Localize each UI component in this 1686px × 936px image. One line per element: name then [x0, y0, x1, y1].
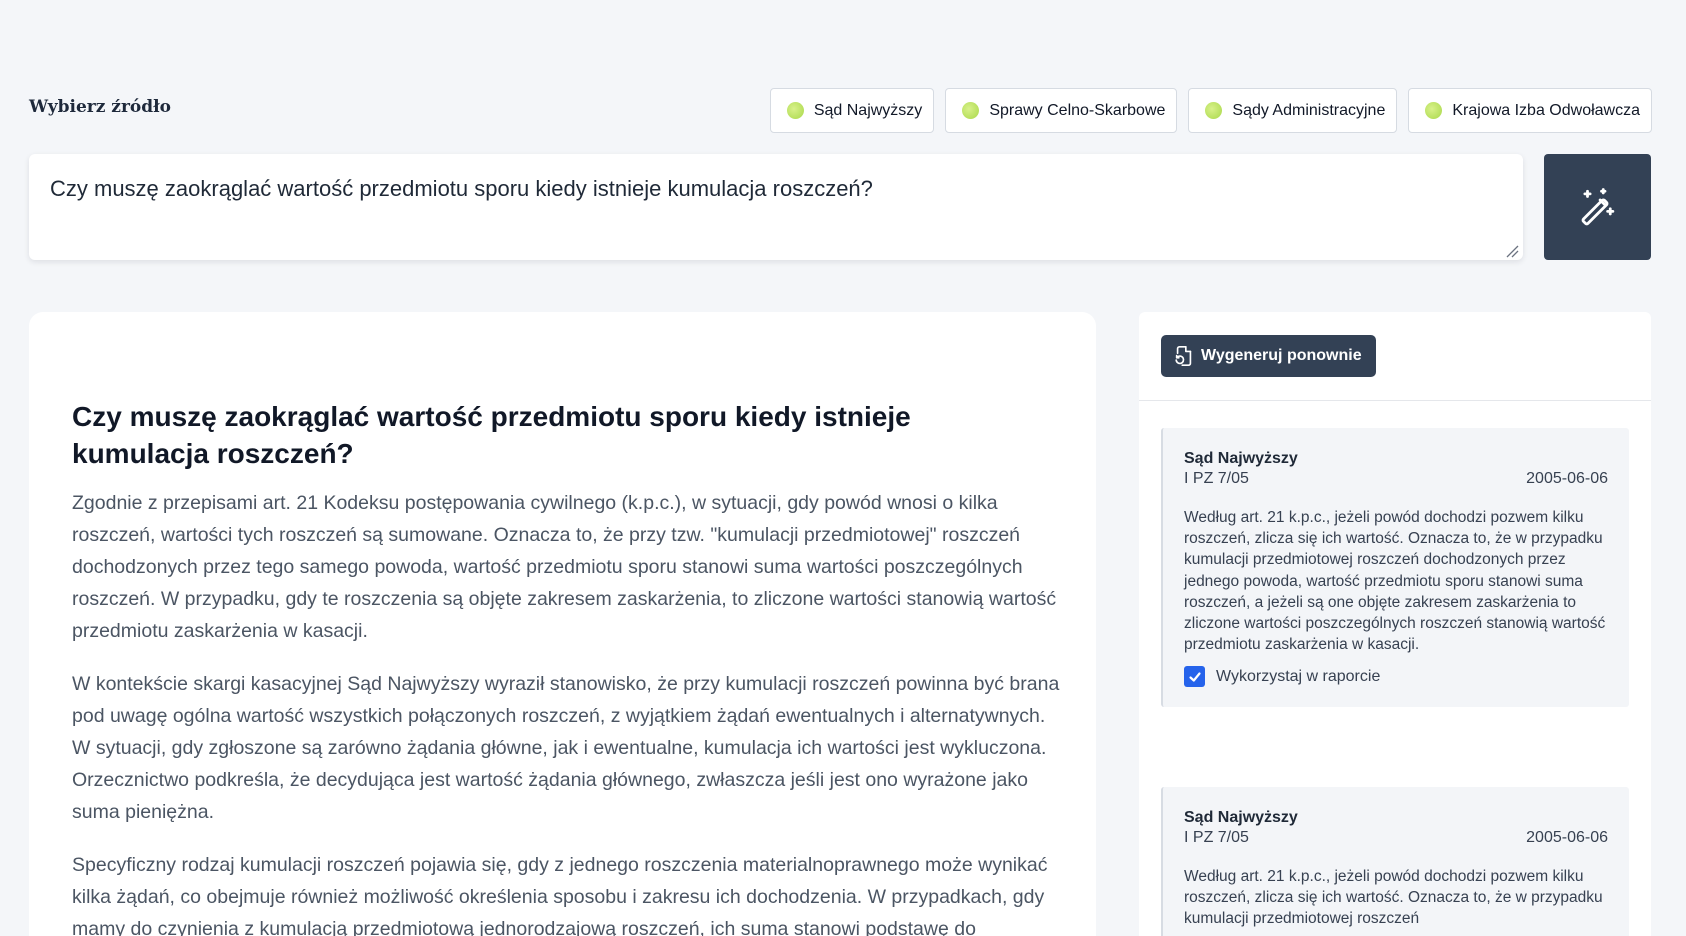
- status-dot-icon: [1205, 102, 1223, 119]
- source-option-label: Sądy Administracyjne: [1232, 101, 1386, 119]
- regenerate-label: Wygeneruj ponownie: [1201, 347, 1362, 364]
- status-dot-icon: [962, 102, 980, 119]
- generate-button[interactable]: [1544, 154, 1651, 260]
- source-option-sady-administracyjne[interactable]: Sądy Administracyjne: [1188, 88, 1398, 133]
- reference-signature: I PZ 7/05: [1184, 470, 1249, 487]
- reference-card: Sąd Najwyższy I PZ 7/05 2005-06-06 Wedłu…: [1161, 428, 1629, 708]
- query-input[interactable]: Czy muszę zaokrąglać wartość przedmiotu …: [29, 154, 1523, 260]
- reference-card: Sąd Najwyższy I PZ 7/05 2005-06-06 Wedłu…: [1161, 787, 1629, 936]
- source-selector-label: Wybierz źródło: [29, 97, 172, 117]
- use-in-report-checkbox[interactable]: [1184, 666, 1205, 688]
- reference-court: Sąd Najwyższy: [1184, 450, 1298, 467]
- reference-text: Według art. 21 k.p.c., jeżeli powód doch…: [1184, 509, 1606, 654]
- divider: [1139, 400, 1651, 401]
- references-panel: Wygeneruj ponownie Sąd Najwyższy I PZ 7/…: [1139, 312, 1651, 936]
- status-dot-icon: [786, 102, 804, 119]
- magic-wand-icon: [1581, 188, 1614, 226]
- page: Wybierz źródło Sąd Najwyższy Sprawy Celn…: [0, 0, 1686, 936]
- regenerate-button[interactable]: Wygeneruj ponownie: [1161, 335, 1376, 377]
- reference-court: Sąd Najwyższy: [1184, 809, 1298, 826]
- source-options: Sąd Najwyższy Sprawy Celno-Skarbowe Sądy…: [769, 88, 1652, 133]
- use-in-report-label: Wykorzystaj w raporcie: [1216, 667, 1381, 685]
- reference-meta: I PZ 7/05 2005-06-06: [1184, 469, 1608, 489]
- source-option-sprawy-celno-skarbowe[interactable]: Sprawy Celno-Skarbowe: [945, 88, 1178, 133]
- reference-signature: I PZ 7/05: [1184, 829, 1249, 846]
- answer-paragraph: W kontekście skargi kasacyjnej Sąd Najwy…: [72, 673, 1060, 823]
- reference-text: Według art. 21 k.p.c., jeżeli powód doch…: [1184, 868, 1603, 928]
- answer-title: Czy muszę zaokrąglać wartość przedmiotu …: [72, 401, 911, 469]
- reference-date: 2005-06-06: [1526, 829, 1608, 846]
- reference-meta: I PZ 7/05 2005-06-06: [1184, 828, 1608, 848]
- reference-date: 2005-06-06: [1526, 470, 1608, 487]
- status-dot-icon: [1425, 102, 1443, 119]
- checkmark-icon: [1188, 672, 1201, 682]
- regenerate-document-icon: [1175, 346, 1192, 366]
- source-option-label: Sąd Najwyższy: [813, 101, 923, 119]
- use-in-report-toggle[interactable]: Wykorzystaj w raporcie: [1184, 666, 1608, 688]
- answer-card: Czy muszę zaokrąglać wartość przedmiotu …: [29, 312, 1096, 936]
- resize-grip-icon[interactable]: [1505, 244, 1519, 258]
- answer-paragraph: Zgodnie z przepisami art. 21 Kodeksu pos…: [72, 492, 1057, 642]
- query-text: Czy muszę zaokrąglać wartość przedmiotu …: [50, 176, 873, 201]
- source-option-sad-najwyzszy[interactable]: Sąd Najwyższy: [769, 88, 935, 133]
- answer-paragraph: Specyficzny rodzaj kumulacji roszczeń po…: [72, 854, 1048, 936]
- source-option-krajowa-izba-odwolawcza[interactable]: Krajowa Izba Odwoławcza: [1408, 88, 1652, 133]
- source-option-label: Krajowa Izba Odwoławcza: [1452, 101, 1640, 119]
- source-option-label: Sprawy Celno-Skarbowe: [989, 101, 1166, 119]
